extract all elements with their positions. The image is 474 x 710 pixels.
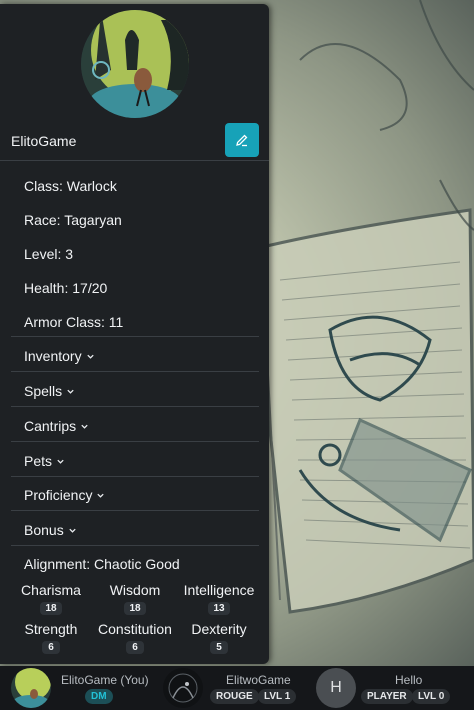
player-name: ElitoGame (You) bbox=[61, 673, 149, 687]
pets-dropdown[interactable]: Pets bbox=[24, 453, 65, 469]
player-name: Hello bbox=[395, 673, 423, 687]
ability-label: Dexterity bbox=[191, 621, 247, 637]
character-header: ElitoGame bbox=[0, 123, 269, 161]
ability-constitution: Constitution 6 bbox=[90, 621, 180, 655]
edit-character-button[interactable] bbox=[225, 123, 259, 157]
health-label: Health: 17/20 bbox=[24, 280, 108, 296]
character-panel: ElitoGame Class: Warlock Race: Tagaryan … bbox=[0, 4, 269, 664]
player-card-you[interactable]: ElitoGame (You) DM bbox=[0, 666, 160, 710]
spells-dropdown[interactable]: Spells bbox=[24, 383, 75, 399]
divider bbox=[11, 545, 259, 546]
ability-intelligence: Intelligence 13 bbox=[174, 582, 264, 616]
ability-charisma: Charisma 18 bbox=[6, 582, 96, 616]
inventory-dropdown[interactable]: Inventory bbox=[24, 348, 95, 364]
chevron-down-icon bbox=[67, 389, 74, 394]
avatar bbox=[11, 668, 51, 708]
character-avatar bbox=[81, 10, 189, 118]
pencil-icon bbox=[236, 134, 248, 147]
ability-dexterity: Dexterity 5 bbox=[174, 621, 264, 655]
divider bbox=[11, 476, 259, 477]
bonus-dropdown[interactable]: Bonus bbox=[24, 522, 77, 538]
avatar bbox=[163, 668, 203, 708]
divider bbox=[11, 371, 259, 372]
divider bbox=[0, 160, 269, 161]
race-label: Race: Tagaryan bbox=[24, 212, 122, 228]
character-name: ElitoGame bbox=[11, 133, 77, 149]
armor-class-label: Armor Class: 11 bbox=[24, 314, 124, 330]
dropdown-label: Proficiency bbox=[24, 487, 93, 503]
ability-value: 6 bbox=[42, 641, 60, 654]
ability-value: 5 bbox=[210, 641, 228, 654]
level-badge: LVL 0 bbox=[412, 689, 451, 704]
chevron-down-icon bbox=[57, 459, 64, 464]
role-badge: PLAYER bbox=[361, 689, 413, 704]
ability-value: 6 bbox=[126, 641, 144, 654]
ability-label: Strength bbox=[24, 621, 78, 637]
class-badge: ROUGE bbox=[210, 689, 259, 704]
class-label: Class: Warlock bbox=[24, 178, 117, 194]
player-card-elitwogame[interactable]: ElitwoGame ROUGE LVL 1 bbox=[160, 666, 300, 710]
ability-wisdom: Wisdom 18 bbox=[90, 582, 180, 616]
ability-label: Intelligence bbox=[183, 582, 255, 598]
player-name: ElitwoGame bbox=[226, 673, 291, 687]
ability-label: Constitution bbox=[98, 621, 172, 637]
chevron-down-icon bbox=[86, 354, 94, 359]
dropdown-label: Inventory bbox=[24, 348, 82, 364]
divider bbox=[11, 336, 259, 337]
ability-label: Charisma bbox=[21, 582, 81, 598]
alignment-label: Alignment: Chaotic Good bbox=[24, 556, 180, 572]
chevron-down-icon bbox=[69, 528, 76, 533]
dropdown-label: Spells bbox=[24, 383, 63, 399]
ability-value: 18 bbox=[124, 602, 146, 615]
cantrips-dropdown[interactable]: Cantrips bbox=[24, 418, 89, 434]
ability-label: Wisdom bbox=[109, 582, 161, 598]
chevron-down-icon bbox=[81, 424, 88, 429]
dropdown-label: Cantrips bbox=[24, 418, 77, 434]
divider bbox=[11, 441, 259, 442]
player-card-hello[interactable]: Hello PLAYER LVL 0 bbox=[300, 666, 474, 710]
dropdown-label: Pets bbox=[24, 453, 53, 469]
level-badge: LVL 1 bbox=[258, 689, 297, 704]
role-badge: DM bbox=[85, 689, 113, 704]
level-label: Level: 3 bbox=[24, 246, 74, 262]
chevron-down-icon bbox=[97, 493, 105, 498]
ability-strength: Strength 6 bbox=[6, 621, 96, 655]
ability-value: 13 bbox=[208, 602, 230, 615]
player-bar: ElitoGame (You) DM ElitwoGame ROUGE LVL … bbox=[0, 666, 474, 710]
proficiency-dropdown[interactable]: Proficiency bbox=[24, 487, 105, 503]
divider bbox=[11, 406, 259, 407]
ability-value: 18 bbox=[40, 602, 62, 615]
dropdown-label: Bonus bbox=[24, 522, 64, 538]
divider bbox=[11, 510, 259, 511]
